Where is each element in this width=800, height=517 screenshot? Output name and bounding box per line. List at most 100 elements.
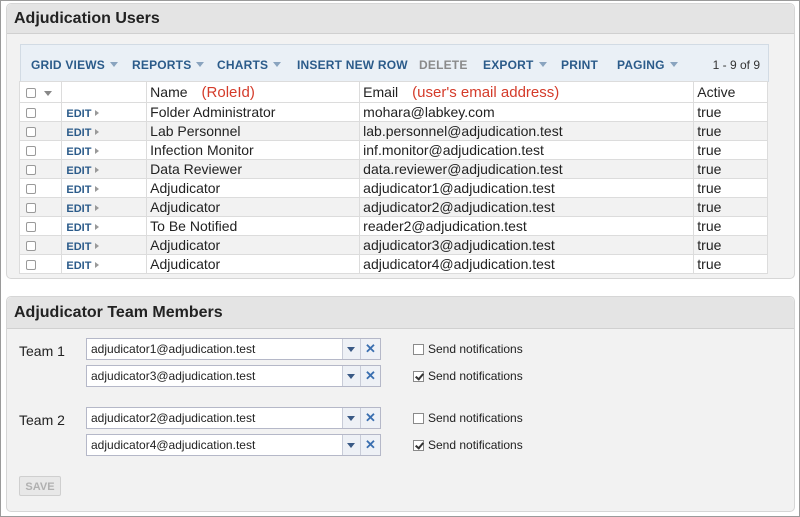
active-cell: true — [693, 254, 768, 274]
delete-button[interactable]: DELETE — [419, 58, 468, 72]
active-cell: true — [693, 159, 768, 179]
row-checkbox[interactable] — [26, 146, 36, 157]
name-cell: Adjudicator — [146, 235, 361, 255]
clear-icon[interactable]: ✕ — [360, 408, 380, 428]
team-member-combo[interactable]: adjudicator4@adjudication.test ✕ — [86, 434, 381, 456]
chevron-down-icon[interactable] — [342, 435, 360, 455]
chevron-down-icon — [538, 62, 547, 67]
table-row: EDIT To Be Notified reader2@adjudication.t… — [18, 216, 768, 236]
row-checkbox[interactable] — [26, 127, 36, 138]
clear-icon[interactable]: ✕ — [360, 339, 380, 359]
row-select-cell — [18, 102, 63, 122]
team-label: Team 1 — [19, 343, 65, 359]
send-notifications-option[interactable]: Send notifications — [413, 369, 523, 383]
active-cell: true — [693, 121, 768, 141]
row-checkbox[interactable] — [26, 165, 36, 176]
chevron-down-icon[interactable] — [342, 408, 360, 428]
save-button[interactable]: SAVE — [19, 476, 61, 496]
row-checkbox[interactable] — [26, 260, 36, 271]
row-edit-cell: EDIT — [61, 254, 148, 274]
select-all-checkbox[interactable] — [26, 88, 36, 99]
active-column-header[interactable]: Active — [693, 81, 768, 103]
active-cell: true — [693, 178, 768, 198]
chevron-down-icon[interactable] — [342, 339, 360, 359]
paging-menu[interactable]: PAGING — [617, 58, 678, 72]
table-row: EDIT Adjudicator adjudicator1@adjudication… — [18, 178, 768, 198]
send-notifications-checkbox[interactable] — [413, 413, 424, 424]
chevron-down-icon[interactable] — [342, 366, 360, 386]
team-member-combo[interactable]: adjudicator2@adjudication.test ✕ — [86, 407, 381, 429]
active-cell: true — [693, 216, 768, 236]
row-select-cell — [18, 216, 63, 236]
row-checkbox[interactable] — [26, 222, 36, 233]
edit-link[interactable]: EDIT — [66, 260, 100, 272]
row-checkbox[interactable] — [26, 203, 36, 214]
name-column-header[interactable]: Name (RoleId) — [146, 81, 361, 103]
send-notifications-checkbox[interactable] — [413, 371, 424, 382]
email-cell: adjudicator2@adjudication.test — [359, 197, 695, 217]
chevron-right-icon — [95, 129, 100, 135]
edit-link[interactable]: EDIT — [66, 203, 100, 215]
email-cell: reader2@adjudication.test — [359, 216, 695, 236]
email-column-header[interactable]: Email (user's email address) — [359, 81, 695, 103]
charts-menu[interactable]: CHARTS — [217, 58, 282, 72]
send-notifications-option[interactable]: Send notifications — [413, 342, 523, 356]
row-edit-cell: EDIT — [61, 197, 148, 217]
name-cell: Adjudicator — [146, 178, 361, 198]
team-members-panel: Adjudicator Team Members — [6, 296, 795, 512]
edit-link[interactable]: EDIT — [66, 127, 100, 139]
team-member-value: adjudicator3@adjudication.test — [91, 369, 256, 383]
users-grid: Name (RoleId) Email (user's email address)… — [18, 81, 768, 274]
row-select-cell — [18, 197, 63, 217]
row-checkbox[interactable] — [26, 108, 36, 119]
active-cell: true — [693, 102, 768, 122]
row-checkbox[interactable] — [26, 184, 36, 195]
table-row: EDIT Lab Personnel lab.personnel@adjudicat… — [18, 121, 768, 141]
row-select-cell — [18, 159, 63, 179]
roleid-annotation: (RoleId) — [201, 83, 255, 101]
email-cell: adjudicator4@adjudication.test — [359, 254, 695, 274]
chevron-down-icon — [669, 62, 678, 67]
reports-menu[interactable]: REPORTS — [132, 58, 205, 72]
table-row: EDIT Data Reviewer data.reviewer@adjudicat… — [18, 159, 768, 179]
name-cell: Adjudicator — [146, 197, 361, 217]
send-notifications-checkbox[interactable] — [413, 344, 424, 355]
chevron-down-icon[interactable] — [44, 90, 52, 96]
send-notifications-option[interactable]: Send notifications — [413, 411, 523, 425]
email-cell: inf.monitor@adjudication.test — [359, 140, 695, 160]
panel-title: Adjudication Users — [7, 4, 794, 34]
team-label: Team 2 — [19, 412, 65, 428]
grid-toolbar: GRID VIEWS REPORTS CHARTS INSERT NEW ROW… — [20, 44, 769, 82]
row-select-cell — [18, 254, 63, 274]
edit-link[interactable]: EDIT — [66, 165, 100, 177]
row-select-cell — [18, 235, 63, 255]
row-count: 1 - 9 of 9 — [712, 58, 760, 72]
insert-new-row-button[interactable]: INSERT NEW ROW — [297, 58, 408, 72]
send-notifications-checkbox[interactable] — [413, 440, 424, 451]
grid-views-menu[interactable]: GRID VIEWS — [31, 58, 119, 72]
export-menu[interactable]: EXPORT — [483, 58, 547, 72]
edit-link[interactable]: EDIT — [66, 241, 100, 253]
email-cell: data.reviewer@adjudication.test — [359, 159, 695, 179]
chevron-right-icon — [95, 167, 100, 173]
team-member-combo[interactable]: adjudicator1@adjudication.test ✕ — [86, 338, 381, 360]
clear-icon[interactable]: ✕ — [360, 366, 380, 386]
email-cell: mohara@labkey.com — [359, 102, 695, 122]
name-cell: Adjudicator — [146, 254, 361, 274]
row-edit-cell: EDIT — [61, 159, 148, 179]
table-row: EDIT Adjudicator adjudicator2@adjudication… — [18, 197, 768, 217]
send-notifications-label: Send notifications — [428, 438, 523, 452]
edit-link[interactable]: EDIT — [66, 184, 100, 196]
row-select-cell — [18, 140, 63, 160]
print-button[interactable]: PRINT — [561, 58, 598, 72]
edit-link[interactable]: EDIT — [66, 108, 100, 120]
send-notifications-option[interactable]: Send notifications — [413, 438, 523, 452]
row-checkbox[interactable] — [26, 241, 36, 252]
team-member-combo[interactable]: adjudicator3@adjudication.test ✕ — [86, 365, 381, 387]
email-cell: adjudicator1@adjudication.test — [359, 178, 695, 198]
row-edit-cell: EDIT — [61, 102, 148, 122]
edit-link[interactable]: EDIT — [66, 222, 100, 234]
active-cell: true — [693, 140, 768, 160]
clear-icon[interactable]: ✕ — [360, 435, 380, 455]
edit-link[interactable]: EDIT — [66, 146, 100, 158]
